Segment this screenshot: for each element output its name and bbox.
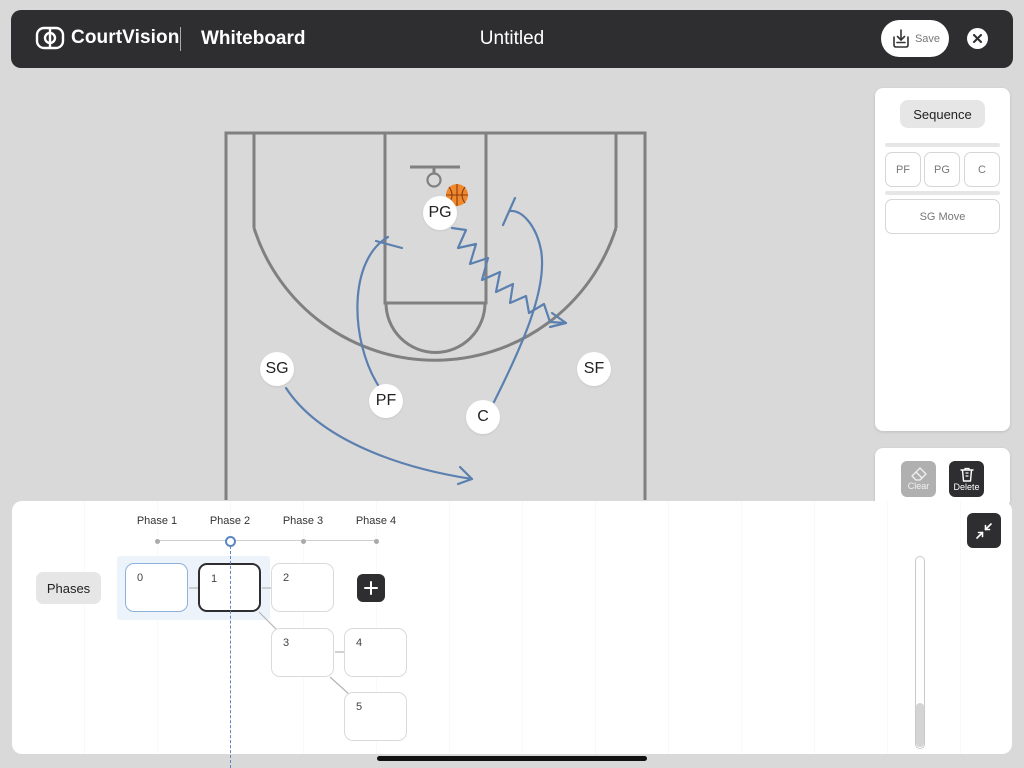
player-label: PG (428, 204, 452, 221)
cut-path-c (492, 209, 544, 404)
frame-card-3[interactable]: 3 (271, 628, 334, 677)
player-token-pf[interactable]: PF (369, 384, 403, 418)
player-label: SF (583, 360, 605, 377)
delete-button[interactable]: Delete (949, 461, 984, 497)
sequence-button[interactable]: Sequence (900, 100, 985, 128)
sequence-panel: Sequence PF PG C SG Move (875, 88, 1010, 431)
player-token-sf[interactable]: SF (577, 352, 611, 386)
sequence-move-sg[interactable]: SG Move (885, 199, 1000, 234)
rim (426, 172, 442, 188)
plus-icon (364, 581, 378, 595)
play-paths (284, 196, 568, 486)
player-token-pg[interactable]: PG (423, 196, 457, 230)
frame-number: 5 (356, 701, 363, 713)
player-label: PF (375, 392, 397, 409)
collapse-arrows-icon (976, 522, 992, 539)
player-token-c[interactable]: C (466, 400, 500, 434)
player-token-sg[interactable]: SG (260, 352, 294, 386)
playhead-line[interactable] (229, 546, 231, 768)
court-boundary (224, 131, 647, 500)
screen-bar-pf (374, 239, 404, 250)
cut-arrowhead-sg (456, 465, 474, 486)
frame-number: 4 (356, 637, 363, 649)
clear-label: Clear (907, 481, 930, 491)
cut-path-pf (356, 235, 390, 387)
sequence-divider (885, 191, 1000, 195)
add-frame-button[interactable] (357, 574, 385, 602)
frame-number: 0 (137, 572, 144, 584)
player-label: SG (265, 360, 289, 377)
frame-number: 3 (283, 637, 290, 649)
tools-panel: Clear Delete (875, 448, 1010, 508)
sequence-chip-pg[interactable]: PG (924, 152, 960, 187)
sequence-chip-pf[interactable]: PF (885, 152, 921, 187)
frame-card-5[interactable]: 5 (344, 692, 407, 741)
frame-number: 2 (283, 572, 290, 584)
frame-card-4[interactable]: 4 (344, 628, 407, 677)
frame-number: 1 (211, 573, 218, 585)
sequence-divider (885, 143, 1000, 147)
scrollbar-thumb[interactable] (916, 703, 924, 747)
frame-card-2[interactable]: 2 (271, 563, 334, 612)
clear-button[interactable]: Clear (901, 461, 936, 497)
trash-icon (959, 467, 974, 482)
player-label: C (477, 408, 489, 425)
three-point-arc (252, 227, 618, 362)
free-throw-circle (384, 302, 487, 354)
frame-connectors (189, 587, 351, 696)
pass-arrow-pg (450, 226, 568, 325)
court-lines (224, 131, 647, 500)
vertical-scrollbar[interactable] (915, 556, 925, 749)
home-indicator[interactable] (377, 756, 647, 761)
sequence-chip-c[interactable]: C (964, 152, 1000, 187)
delete-label: Delete (953, 481, 980, 492)
collapse-panel-button[interactable] (967, 513, 1001, 548)
phases-panel: Phase 1 Phase 2 Phase 3 Phase 4 Phases 0… (12, 501, 1012, 754)
eraser-icon (910, 467, 927, 481)
frame-card-0[interactable]: 0 (125, 563, 188, 612)
